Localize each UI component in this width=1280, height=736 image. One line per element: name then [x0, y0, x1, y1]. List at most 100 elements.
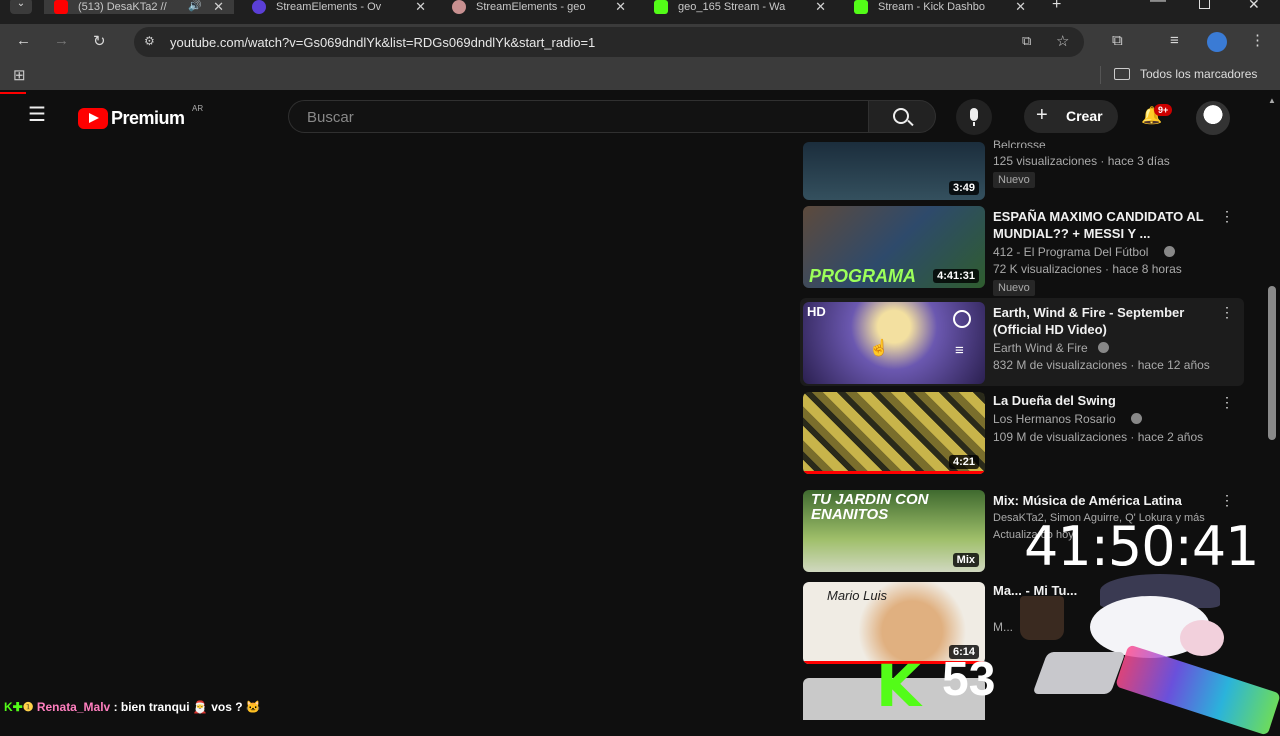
youtube-logo[interactable]: Premium AR: [78, 104, 210, 132]
all-bookmarks-link[interactable]: Todos los marcadores: [1140, 67, 1257, 81]
url-text: youtube.com/watch?v=Gs069dndlYk&list=RDG…: [170, 35, 596, 50]
bookmarks-bar: ⊞ Todos los marcadores: [0, 60, 1280, 90]
profile-avatar[interactable]: [1207, 32, 1227, 52]
verified-icon: [1131, 413, 1142, 424]
browser-toolbar: ← → ↻ ⚙ youtube.com/watch?v=Gs069dndlYk&…: [0, 24, 1280, 60]
account-avatar[interactable]: [1196, 101, 1230, 135]
channel-name[interactable]: M...: [993, 620, 1013, 634]
video-thumbnail[interactable]: TU JARDIN CON ENANITOS Mix: [803, 490, 985, 572]
mascot-image: [1020, 568, 1280, 736]
video-thumbnail[interactable]: PROGRAMA 4:41:31: [803, 206, 985, 288]
video-title[interactable]: La Dueña del Swing: [993, 392, 1223, 409]
chat-text: : bien tranqui: [113, 700, 190, 714]
thumbnail-caption: TU JARDIN CON ENANITOS: [811, 491, 929, 523]
address-bar[interactable]: ⚙ youtube.com/watch?v=Gs069dndlYk&list=R…: [134, 27, 1084, 57]
close-tab-icon[interactable]: ✕: [815, 0, 826, 14]
video-duration: 3:49: [948, 181, 979, 195]
scrollbar-thumb[interactable]: [1268, 286, 1276, 440]
close-tab-icon[interactable]: ✕: [1015, 0, 1026, 14]
channel-name[interactable]: Belcrosse: [993, 138, 1046, 148]
streamelements-favicon-icon: [452, 0, 466, 14]
kick-favicon-icon: [854, 0, 868, 14]
bookmarks-divider: [1100, 66, 1101, 84]
thumbnail-caption: Mario Luis: [827, 588, 887, 603]
search-input[interactable]: Buscar: [288, 100, 870, 133]
play-triangle: [89, 113, 99, 123]
video-thumbnail[interactable]: 3:49: [803, 142, 985, 200]
youtube-masthead: ☰ Premium AR Buscar + Crear 🔔 9+: [0, 94, 1280, 140]
bookmark-star-icon[interactable]: ☆: [1056, 32, 1069, 50]
channel-name[interactable]: 412 - El Programa Del Fútbol: [993, 245, 1148, 259]
close-window-icon[interactable]: ✕: [1248, 0, 1260, 13]
thumbnail-caption: PROGRAMA: [809, 266, 916, 286]
chat-text-tail: vos ?: [211, 700, 243, 714]
new-tab-icon[interactable]: +: [1052, 0, 1061, 14]
scrollbar-up-arrow[interactable]: ▲: [1268, 96, 1276, 105]
close-tab-icon[interactable]: ✕: [415, 0, 426, 14]
voice-search-button[interactable]: [956, 99, 992, 135]
list-item[interactable]: HD ≡ ☝ Earth, Wind & Fire - September (O…: [800, 298, 1244, 386]
back-icon[interactable]: ←: [16, 32, 31, 49]
hd-label: HD: [807, 304, 826, 319]
folder-icon: [1114, 68, 1130, 80]
tab-kick-dashboard[interactable]: Stream - Kick Dashbo ✕: [854, 0, 1026, 14]
reload-icon[interactable]: ↻: [93, 32, 106, 50]
verified-icon: [1098, 342, 1109, 353]
hamburger-menu-icon[interactable]: ☰: [28, 102, 46, 127]
tab-kick-stream[interactable]: geo_165 Stream - Wa ✕: [654, 0, 826, 14]
video-title[interactable]: ESPAÑA MAXIMO CANDIDATO AL MUNDIAL?? + M…: [993, 208, 1223, 242]
tab-youtube[interactable]: (513) DesaKTa2 // 🔊 ✕: [44, 0, 234, 14]
watch-later-icon[interactable]: [953, 310, 971, 328]
apps-grid-icon[interactable]: ⊞: [13, 66, 26, 84]
video-stats: 72 K visualizaciones · hace 8 horas: [993, 262, 1182, 276]
video-duration: 4:21: [948, 455, 979, 469]
search-icon: [893, 108, 909, 124]
video-title[interactable]: Earth, Wind & Fire - September (Official…: [993, 304, 1223, 338]
install-app-icon[interactable]: ⧉: [1022, 33, 1031, 49]
video-stats: 109 M de visualizaciones · hace 2 años: [993, 430, 1204, 444]
video-stats: 832 M de visualizaciones · hace 12 años: [993, 358, 1210, 372]
media-control-icon[interactable]: ≡: [1170, 32, 1179, 49]
maximize-icon[interactable]: [1199, 0, 1210, 9]
video-duration: 4:41:31: [933, 269, 979, 283]
tab-streamelements-2[interactable]: StreamElements - geo ✕: [452, 0, 626, 14]
video-thumbnail[interactable]: 4:21: [803, 392, 985, 474]
extensions-icon[interactable]: ⧉: [1112, 32, 1123, 49]
channel-name[interactable]: Earth Wind & Fire: [993, 341, 1088, 355]
chat-username[interactable]: Renata_Malv: [37, 700, 110, 714]
create-label: Crear: [1066, 108, 1103, 124]
more-options-icon[interactable]: ⋮: [1220, 208, 1234, 225]
tab-title: StreamElements - geo: [476, 1, 586, 13]
kick-viewer-count: 53: [942, 653, 996, 706]
tab-title: geo_165 Stream - Wa: [678, 1, 786, 13]
tab-streamelements-1[interactable]: StreamElements - Ov ✕: [252, 0, 426, 14]
list-item[interactable]: PROGRAMA 4:41:31 ESPAÑA MAXIMO CANDIDATO…: [800, 206, 1244, 296]
list-item[interactable]: 4:21 La Dueña del Swing Los Hermanos Ros…: [800, 392, 1244, 476]
video-title[interactable]: Mix: Música de América Latina: [993, 492, 1223, 509]
search-button[interactable]: [868, 100, 936, 133]
more-options-icon[interactable]: ⋮: [1220, 304, 1234, 321]
verified-icon: [1164, 246, 1175, 257]
plus-icon: +: [1036, 104, 1048, 126]
more-options-icon[interactable]: ⋮: [1220, 394, 1234, 411]
chrome-menu-icon[interactable]: ⋮: [1250, 31, 1265, 49]
mascot-paw: [1180, 620, 1224, 656]
region-code: AR: [192, 104, 204, 113]
emote-icon: 🎅: [192, 700, 208, 714]
chat-message: K✚❶ Renata_Malv : bien tranqui 🎅 vos ? 🐱: [4, 700, 261, 714]
more-options-icon[interactable]: ⋮: [1220, 492, 1234, 509]
channel-name[interactable]: Los Hermanos Rosario: [993, 412, 1116, 426]
close-tab-icon[interactable]: ✕: [615, 0, 626, 14]
forward-icon[interactable]: →: [54, 32, 69, 49]
tab-search-icon[interactable]: ⌄: [10, 0, 32, 14]
create-button[interactable]: + Crear: [1024, 100, 1118, 133]
close-tab-icon[interactable]: ✕: [213, 0, 224, 14]
minimize-icon[interactable]: —: [1150, 0, 1166, 10]
tab-title: Stream - Kick Dashbo: [878, 1, 985, 13]
add-to-queue-icon[interactable]: ≡: [955, 342, 964, 359]
list-item[interactable]: 3:49 Belcrosse 125 visualizaciones · hac…: [800, 138, 1244, 200]
sub-badge-icon: ❶: [22, 700, 34, 714]
cat-emote-icon: 🐱: [245, 700, 261, 714]
site-info-icon[interactable]: ⚙: [144, 34, 155, 48]
video-thumbnail[interactable]: HD ≡ ☝: [803, 302, 985, 384]
